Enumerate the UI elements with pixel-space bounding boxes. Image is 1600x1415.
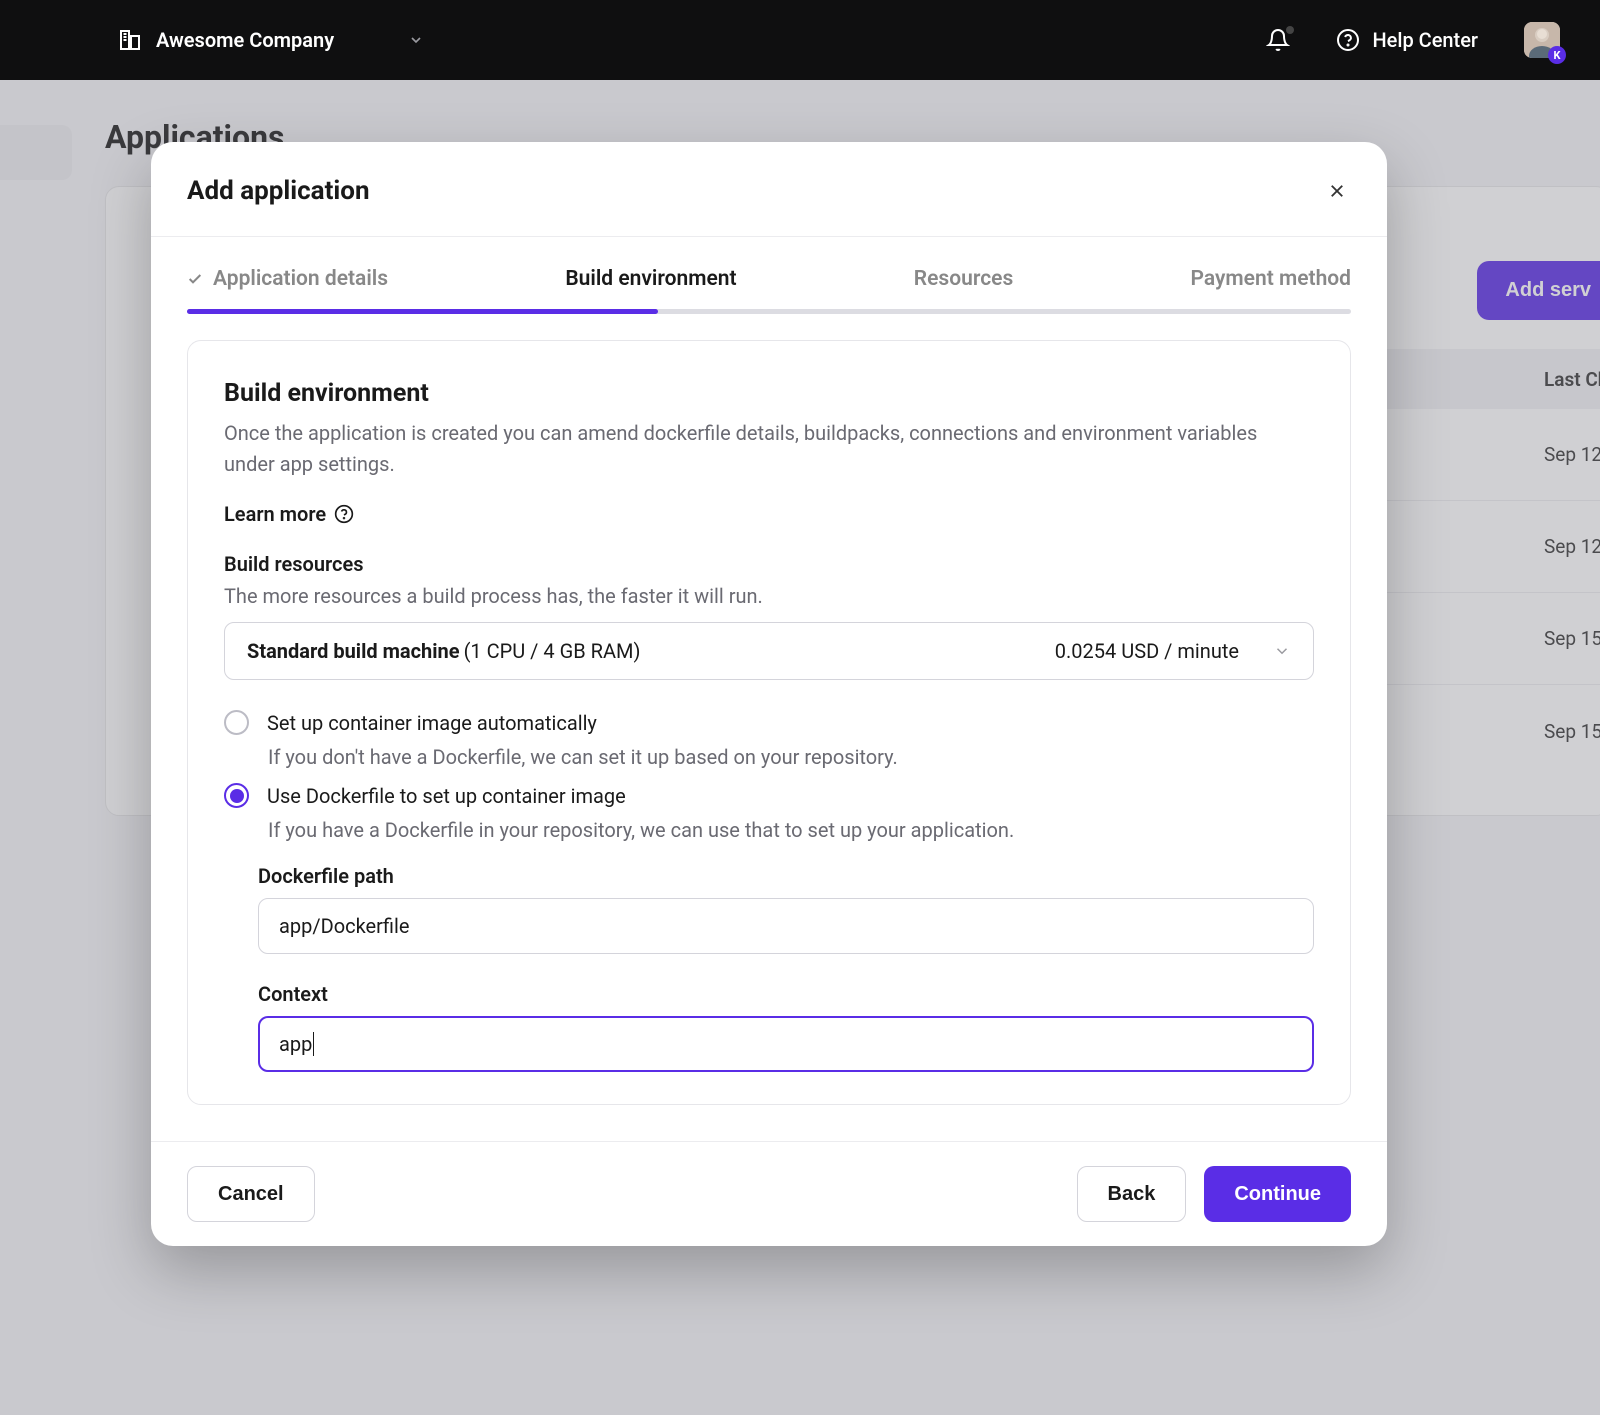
back-button[interactable]: Back xyxy=(1077,1166,1187,1222)
company-name: Awesome Company xyxy=(156,28,334,52)
close-button[interactable] xyxy=(1323,177,1351,205)
step-resources[interactable]: Resources xyxy=(914,267,1013,309)
radio-label: Set up container image automatically xyxy=(267,711,597,735)
dockerfile-path-input[interactable] xyxy=(258,898,1314,954)
container-setup-radio-group: Set up container image automatically If … xyxy=(224,710,1314,842)
chevron-down-icon xyxy=(1273,642,1291,660)
context-input[interactable]: app xyxy=(258,1016,1314,1072)
stepper-progress xyxy=(187,309,1351,314)
help-icon xyxy=(334,504,354,524)
field-label: Context xyxy=(258,982,1314,1006)
help-icon xyxy=(1336,28,1360,52)
radio-use-dockerfile[interactable]: Use Dockerfile to set up container image xyxy=(224,783,1314,808)
build-resources-desc: The more resources a build process has, … xyxy=(224,584,1314,608)
cancel-button[interactable]: Cancel xyxy=(187,1166,315,1222)
context-input-value: app xyxy=(279,1032,312,1056)
stepper: Application details Build environment Re… xyxy=(151,237,1387,309)
modal-header: Add application xyxy=(151,142,1387,237)
build-machine-select[interactable]: Standard build machine (1 CPU / 4 GB RAM… xyxy=(224,622,1314,680)
radio-help-text: If you have a Dockerfile in your reposit… xyxy=(268,818,1314,842)
chevron-down-icon xyxy=(408,32,424,48)
step-label: Application details xyxy=(213,267,388,291)
radio-auto-setup[interactable]: Set up container image automatically xyxy=(224,710,1314,735)
step-payment-method[interactable]: Payment method xyxy=(1191,267,1351,309)
radio-label: Use Dockerfile to set up container image xyxy=(267,784,626,808)
build-resources-label: Build resources xyxy=(224,552,1314,576)
stepper-progress-fill xyxy=(187,309,658,314)
radio-dot xyxy=(230,789,244,803)
top-bar: Awesome Company Help Center xyxy=(0,0,1600,80)
notification-dot xyxy=(1286,26,1294,34)
learn-more-link[interactable]: Learn more xyxy=(224,502,354,526)
help-center-label: Help Center xyxy=(1372,28,1478,52)
radio-help-text: If you don't have a Dockerfile, we can s… xyxy=(268,745,1314,769)
company-icon xyxy=(118,28,142,52)
field-label: Dockerfile path xyxy=(258,864,1314,888)
company-selector[interactable]: Awesome Company xyxy=(118,28,424,52)
notifications-button[interactable] xyxy=(1266,28,1290,52)
context-field: Context app xyxy=(258,982,1314,1072)
select-machine-spec: (1 CPU / 4 GB RAM) xyxy=(464,639,641,663)
step-application-details[interactable]: Application details xyxy=(187,267,388,309)
section-title: Build environment xyxy=(224,379,1314,408)
check-icon xyxy=(187,271,203,287)
radio-icon xyxy=(224,710,249,735)
continue-button[interactable]: Continue xyxy=(1204,1166,1351,1222)
text-cursor xyxy=(313,1032,314,1056)
select-machine-name: Standard build machine xyxy=(247,639,460,663)
topbar-right: Help Center K xyxy=(1266,22,1560,58)
build-environment-form: Build environment Once the application i… xyxy=(187,340,1351,1105)
step-label: Resources xyxy=(914,267,1013,291)
step-label: Build environment xyxy=(565,267,736,291)
section-description: Once the application is created you can … xyxy=(224,418,1304,480)
add-application-modal: Add application Application details Buil… xyxy=(151,142,1387,1246)
avatar[interactable]: K xyxy=(1524,22,1560,58)
radio-icon xyxy=(224,783,249,808)
dockerfile-path-field: Dockerfile path xyxy=(258,864,1314,954)
avatar-badge: K xyxy=(1548,46,1566,64)
learn-more-label: Learn more xyxy=(224,502,326,526)
step-build-environment[interactable]: Build environment xyxy=(565,267,736,309)
modal-title: Add application xyxy=(187,176,370,206)
modal-footer: Cancel Back Continue xyxy=(151,1141,1387,1246)
step-label: Payment method xyxy=(1191,267,1351,291)
select-machine-price: 0.0254 USD / minute xyxy=(1055,639,1239,663)
help-center-link[interactable]: Help Center xyxy=(1336,28,1478,52)
